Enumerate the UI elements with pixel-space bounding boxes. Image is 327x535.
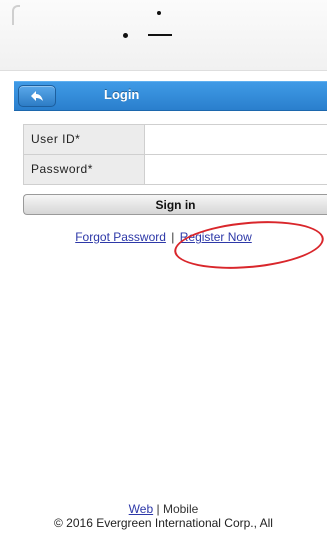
corner-decoration xyxy=(12,5,20,25)
sign-in-button[interactable]: Sign in xyxy=(23,194,327,215)
dot-decoration xyxy=(123,33,128,38)
footer-links: Web | Mobile xyxy=(0,502,327,516)
account-links: Forgot Password | Register Now xyxy=(0,230,327,244)
title-bar: Login xyxy=(14,81,327,111)
back-arrow-icon xyxy=(31,91,43,101)
back-button[interactable] xyxy=(18,85,56,107)
top-header-area xyxy=(0,0,327,71)
link-separator: | xyxy=(171,230,175,244)
copyright-text: © 2016 Evergreen International Corp., Al… xyxy=(54,516,273,530)
footer-separator: | xyxy=(156,502,160,516)
web-link[interactable]: Web xyxy=(129,502,153,516)
password-input[interactable] xyxy=(145,155,327,184)
password-label: Password* xyxy=(24,155,145,184)
page-title: Login xyxy=(104,87,140,102)
dot-decoration xyxy=(157,11,161,15)
forgot-password-link[interactable]: Forgot Password xyxy=(75,230,166,244)
user-id-input[interactable] xyxy=(145,125,327,154)
register-now-link[interactable]: Register Now xyxy=(180,230,252,244)
highlight-circle xyxy=(172,215,326,275)
user-id-label: User ID* xyxy=(24,125,145,154)
dash-decoration xyxy=(148,34,172,36)
login-form: User ID* Password* xyxy=(23,124,327,185)
password-row: Password* xyxy=(24,155,327,184)
user-id-row: User ID* xyxy=(24,125,327,155)
mobile-label: Mobile xyxy=(162,502,199,516)
